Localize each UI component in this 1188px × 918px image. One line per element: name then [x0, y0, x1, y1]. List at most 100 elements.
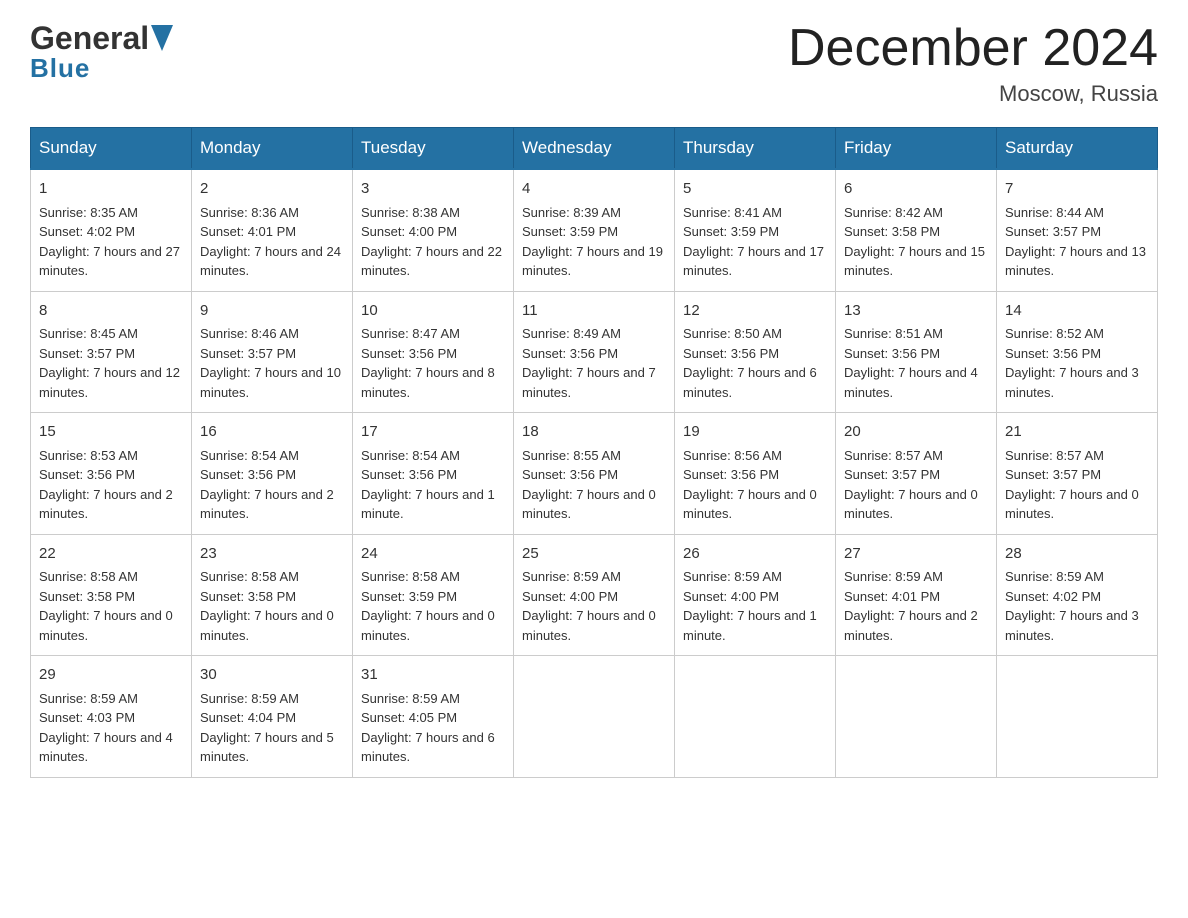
calendar-cell: [675, 656, 836, 778]
daylight-text: Daylight: 7 hours and 6 minutes.: [683, 365, 817, 400]
daylight-text: Daylight: 7 hours and 17 minutes.: [683, 244, 824, 279]
sunrise-text: Sunrise: 8:59 AM: [522, 569, 621, 584]
daylight-text: Daylight: 7 hours and 0 minutes.: [522, 608, 656, 643]
location-subtitle: Moscow, Russia: [788, 81, 1158, 107]
day-number: 7: [1005, 178, 1149, 201]
calendar-header: SundayMondayTuesdayWednesdayThursdayFrid…: [31, 128, 1158, 170]
sunrise-text: Sunrise: 8:53 AM: [39, 448, 138, 463]
sunset-text: Sunset: 3:58 PM: [39, 589, 135, 604]
daylight-text: Daylight: 7 hours and 4 minutes.: [39, 730, 173, 765]
sunset-text: Sunset: 4:04 PM: [200, 710, 296, 725]
calendar-week-row: 15 Sunrise: 8:53 AM Sunset: 3:56 PM Dayligh…: [31, 413, 1158, 535]
sunrise-text: Sunrise: 8:49 AM: [522, 326, 621, 341]
header-row: SundayMondayTuesdayWednesdayThursdayFrid…: [31, 128, 1158, 170]
sunset-text: Sunset: 3:58 PM: [200, 589, 296, 604]
day-number: 27: [844, 543, 988, 566]
calendar-body: 1Sunrise: 8:35 AMSunset: 4:02 PMDaylight…: [31, 169, 1158, 777]
calendar-week-row: 22Sunrise: 8:58 AMSunset: 3:58 PMDayligh…: [31, 534, 1158, 656]
sunset-text: Sunset: 4:01 PM: [844, 589, 940, 604]
day-number: 26: [683, 543, 827, 566]
day-number: 15: [39, 421, 183, 444]
sunrise-text: Sunrise: 8:51 AM: [844, 326, 943, 341]
sunset-text: Sunset: 3:57 PM: [1005, 467, 1101, 482]
sunset-text: Sunset: 3:56 PM: [522, 467, 618, 482]
day-number: 5: [683, 178, 827, 201]
header-cell-friday: Friday: [836, 128, 997, 170]
sunset-text: Sunset: 3:59 PM: [683, 224, 779, 239]
sunrise-text: Sunrise: 8:55 AM: [522, 448, 621, 463]
daylight-text: Daylight: 7 hours and 0 minutes.: [844, 487, 978, 522]
daylight-text: Daylight: 7 hours and 12 minutes.: [39, 365, 180, 400]
daylight-text: Daylight: 7 hours and 3 minutes.: [1005, 365, 1139, 400]
daylight-text: Daylight: 7 hours and 19 minutes.: [522, 244, 663, 279]
calendar-cell: 13Sunrise: 8:51 AMSunset: 3:56 PMDayligh…: [836, 291, 997, 413]
daylight-text: Daylight: 7 hours and 3 minutes.: [1005, 608, 1139, 643]
sunrise-text: Sunrise: 8:36 AM: [200, 205, 299, 220]
calendar-cell: 22Sunrise: 8:58 AMSunset: 3:58 PMDayligh…: [31, 534, 192, 656]
calendar-cell: 16Sunrise: 8:54 AMSunset: 3:56 PMDayligh…: [192, 413, 353, 535]
day-number: 12: [683, 300, 827, 323]
header-cell-monday: Monday: [192, 128, 353, 170]
sunrise-text: Sunrise: 8:59 AM: [844, 569, 943, 584]
calendar-cell: 31Sunrise: 8:59 AMSunset: 4:05 PMDayligh…: [353, 656, 514, 778]
day-number: 21: [1005, 421, 1149, 444]
daylight-text: Daylight: 7 hours and 2 minutes.: [39, 487, 173, 522]
daylight-text: Daylight: 7 hours and 0 minutes.: [361, 608, 495, 643]
sunrise-text: Sunrise: 8:42 AM: [844, 205, 943, 220]
sunset-text: Sunset: 3:57 PM: [844, 467, 940, 482]
day-number: 30: [200, 664, 344, 687]
calendar-week-row: 8Sunrise: 8:45 AMSunset: 3:57 PMDaylight…: [31, 291, 1158, 413]
header-cell-wednesday: Wednesday: [514, 128, 675, 170]
daylight-text: Daylight: 7 hours and 2 minutes.: [200, 487, 334, 522]
sunrise-text: Sunrise: 8:50 AM: [683, 326, 782, 341]
daylight-text: Daylight: 7 hours and 0 minutes.: [200, 608, 334, 643]
day-number: 11: [522, 300, 666, 323]
calendar-cell: 7Sunrise: 8:44 AMSunset: 3:57 PMDaylight…: [997, 169, 1158, 291]
day-number: 19: [683, 421, 827, 444]
calendar-cell: 11Sunrise: 8:49 AMSunset: 3:56 PMDayligh…: [514, 291, 675, 413]
calendar-cell: [997, 656, 1158, 778]
calendar-cell: 10Sunrise: 8:47 AMSunset: 3:56 PMDayligh…: [353, 291, 514, 413]
sunset-text: Sunset: 3:57 PM: [1005, 224, 1101, 239]
calendar-cell: [514, 656, 675, 778]
daylight-text: Daylight: 7 hours and 0 minutes.: [39, 608, 173, 643]
calendar-cell: [836, 656, 997, 778]
day-number: 31: [361, 664, 505, 687]
sunset-text: Sunset: 3:56 PM: [200, 467, 296, 482]
calendar-cell: 1Sunrise: 8:35 AMSunset: 4:02 PMDaylight…: [31, 169, 192, 291]
day-number: 3: [361, 178, 505, 201]
sunrise-text: Sunrise: 8:59 AM: [200, 691, 299, 706]
month-year-title: December 2024: [788, 20, 1158, 77]
daylight-text: Daylight: 7 hours and 5 minutes.: [200, 730, 334, 765]
calendar-cell: 18Sunrise: 8:55 AMSunset: 3:56 PMDayligh…: [514, 413, 675, 535]
sunset-text: Sunset: 4:00 PM: [683, 589, 779, 604]
day-number: 10: [361, 300, 505, 323]
day-number: 6: [844, 178, 988, 201]
logo: General Blue: [30, 20, 173, 84]
day-number: 8: [39, 300, 183, 323]
calendar-cell: 17Sunrise: 8:54 AMSunset: 3:56 PMDayligh…: [353, 413, 514, 535]
sunset-text: Sunset: 3:56 PM: [683, 346, 779, 361]
day-number: 29: [39, 664, 183, 687]
calendar-cell: 15Sunrise: 8:53 AMSunset: 3:56 PMDayligh…: [31, 413, 192, 535]
daylight-text: Daylight: 7 hours and 24 minutes.: [200, 244, 341, 279]
header-cell-saturday: Saturday: [997, 128, 1158, 170]
calendar-cell: 12 Sunrise: 8:50 AM Sunset: 3:56 PM Dayligh…: [675, 291, 836, 413]
calendar-cell: 4Sunrise: 8:39 AMSunset: 3:59 PMDaylight…: [514, 169, 675, 291]
sunrise-text: Sunrise: 8:39 AM: [522, 205, 621, 220]
day-number: 23: [200, 543, 344, 566]
calendar-table: SundayMondayTuesdayWednesdayThursdayFrid…: [30, 127, 1158, 778]
sunrise-text: Sunrise: 8:59 AM: [39, 691, 138, 706]
day-number: 18: [522, 421, 666, 444]
calendar-cell: 29Sunrise: 8:59 AMSunset: 4:03 PMDayligh…: [31, 656, 192, 778]
day-number: 17: [361, 421, 505, 444]
day-number: 2: [200, 178, 344, 201]
day-number: 22: [39, 543, 183, 566]
calendar-cell: 8Sunrise: 8:45 AMSunset: 3:57 PMDaylight…: [31, 291, 192, 413]
logo-general-text: General: [30, 20, 149, 57]
calendar-cell: 6Sunrise: 8:42 AMSunset: 3:58 PMDaylight…: [836, 169, 997, 291]
daylight-text: Daylight: 7 hours and 2 minutes.: [844, 608, 978, 643]
sunset-text: Sunset: 4:02 PM: [39, 224, 135, 239]
daylight-text: Daylight: 7 hours and 27 minutes.: [39, 244, 180, 279]
daylight-text: Daylight: 7 hours and 10 minutes.: [200, 365, 341, 400]
